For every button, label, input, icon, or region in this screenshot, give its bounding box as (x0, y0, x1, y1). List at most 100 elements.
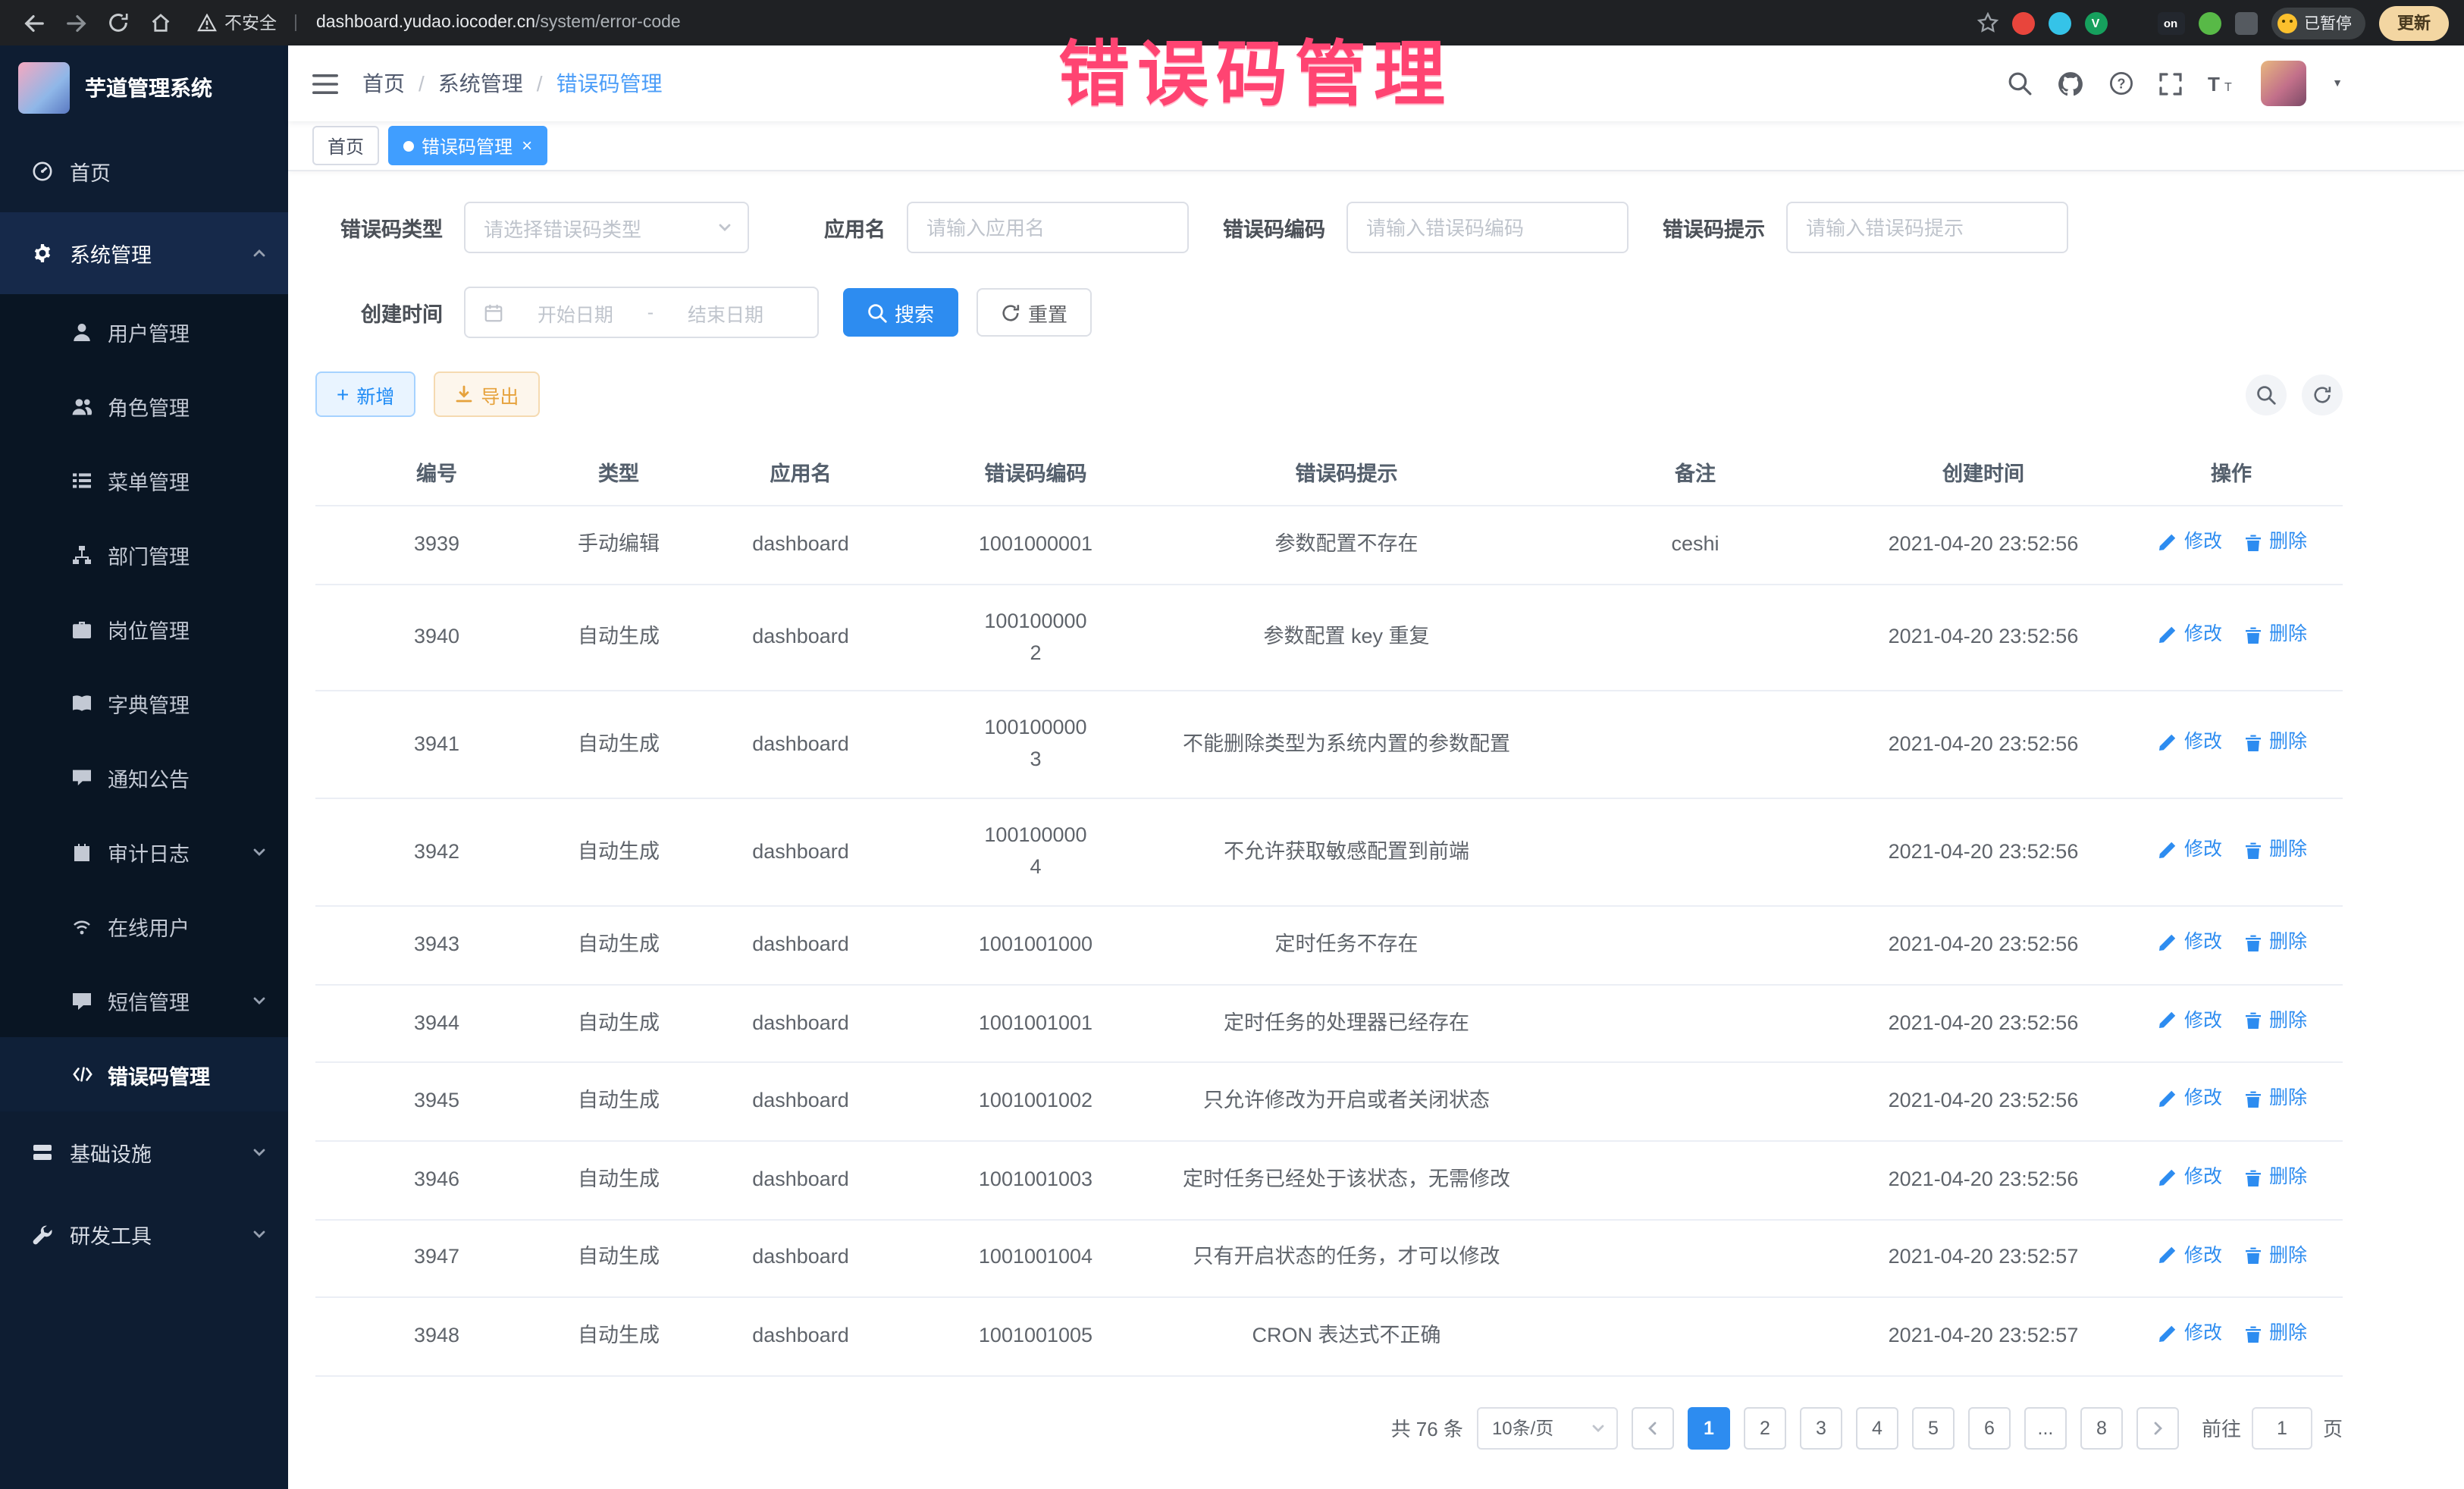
chevron-up-icon (252, 246, 267, 261)
next-page-button[interactable] (2136, 1407, 2179, 1450)
page-button[interactable]: 6 (1968, 1407, 2011, 1450)
delete-link[interactable]: 删除 (2240, 620, 2307, 650)
page-button[interactable]: 8 (2080, 1407, 2123, 1450)
delete-link[interactable]: 删除 (2240, 528, 2307, 557)
extensions-puzzle-icon[interactable] (2234, 11, 2257, 34)
edit-link[interactable]: 修改 (2155, 928, 2222, 958)
page-button[interactable]: 1 (1688, 1407, 1730, 1450)
sidebar-subitem[interactable]: 用户管理 (0, 294, 288, 368)
refresh-table-icon[interactable] (2302, 374, 2343, 415)
cell-remark (1544, 1063, 1847, 1141)
sidebar-subitem[interactable]: 短信管理 (0, 963, 288, 1037)
chevron-down-icon (717, 220, 732, 235)
extension-icon[interactable] (2048, 11, 2071, 34)
error-type-select[interactable]: 请选择错误码类型 (464, 202, 749, 253)
sidebar-subitem[interactable]: 错误码管理 (0, 1037, 288, 1111)
cell-actions: 修改删除 (2120, 506, 2343, 584)
prev-page-button[interactable] (1632, 1407, 1674, 1450)
app-name-input[interactable] (908, 203, 1187, 252)
edit-link[interactable]: 修改 (2155, 620, 2222, 650)
site-security-chip[interactable]: 不安全 | (197, 11, 298, 35)
sidebar-item[interactable]: 基础设施 (0, 1111, 288, 1193)
chevron-down-icon[interactable]: ▼ (2332, 78, 2343, 89)
delete-link[interactable]: 删除 (2240, 1163, 2307, 1193)
page-button[interactable]: 5 (1912, 1407, 1955, 1450)
sidebar-subitem[interactable]: 角色管理 (0, 368, 288, 443)
pages-ellipsis[interactable]: ... (2024, 1407, 2067, 1450)
divider: | (293, 14, 298, 32)
sidebar-item[interactable]: 首页 (0, 130, 288, 212)
delete-link[interactable]: 删除 (2240, 1007, 2307, 1036)
create-time-range-picker[interactable]: 开始日期 - 结束日期 (464, 287, 819, 338)
edit-link[interactable]: 修改 (2155, 528, 2222, 557)
browser-home-icon[interactable] (143, 5, 179, 41)
browser-update-button[interactable]: 更新 (2379, 5, 2449, 40)
delete-link[interactable]: 删除 (2240, 1085, 2307, 1114)
sidebar-subitem[interactable]: 岗位管理 (0, 591, 288, 666)
pencil-icon (2155, 1012, 2180, 1030)
logo[interactable]: 芋道管理系统 (0, 45, 288, 130)
breadcrumb-item[interactable]: 首页 (362, 68, 405, 99)
bookmark-star-icon[interactable] (1977, 12, 1998, 33)
edit-link[interactable]: 修改 (2155, 835, 2222, 865)
search-button[interactable]: 搜索 (843, 288, 958, 337)
cell-id: 3943 (315, 906, 558, 984)
delete-link[interactable]: 删除 (2240, 1319, 2307, 1349)
fullscreen-icon[interactable] (2159, 72, 2182, 95)
edit-link[interactable]: 修改 (2155, 728, 2222, 757)
sidebar-item[interactable]: 系统管理 (0, 212, 288, 294)
sidebar-subitem[interactable]: 在线用户 (0, 889, 288, 963)
close-icon[interactable]: × (522, 136, 532, 155)
page-button[interactable]: 2 (1744, 1407, 1786, 1450)
delete-link[interactable]: 删除 (2240, 728, 2307, 757)
show-search-icon[interactable] (2246, 374, 2287, 415)
cell-hint: 只允许修改为开启或者关闭状态 (1149, 1063, 1544, 1141)
back-icon[interactable] (15, 5, 52, 41)
sidebar-item[interactable]: 研发工具 (0, 1193, 288, 1275)
delete-link[interactable]: 删除 (2240, 835, 2307, 865)
page-size-select[interactable]: 10条/页 (1477, 1407, 1618, 1450)
delete-link[interactable]: 删除 (2240, 1241, 2307, 1271)
edit-link[interactable]: 修改 (2155, 1241, 2222, 1271)
tab-active[interactable]: 错误码管理× (388, 126, 547, 165)
reset-button[interactable]: 重置 (977, 288, 1092, 337)
breadcrumb-item[interactable]: 系统管理 (438, 68, 523, 99)
search-icon[interactable] (2008, 71, 2032, 96)
extension-icon[interactable] (2198, 11, 2221, 34)
extension-icon[interactable] (2011, 11, 2034, 34)
sidebar-toggle-icon[interactable] (312, 72, 338, 95)
sidebar-subitem[interactable]: 通知公告 (0, 740, 288, 814)
github-icon[interactable] (2058, 71, 2083, 96)
error-hint-input[interactable] (1788, 203, 2067, 252)
reload-icon[interactable] (100, 5, 136, 41)
edit-link[interactable]: 修改 (2155, 1163, 2222, 1193)
edit-link[interactable]: 修改 (2155, 1085, 2222, 1114)
edit-link[interactable]: 修改 (2155, 1319, 2222, 1349)
font-size-icon[interactable]: TT (2208, 73, 2235, 94)
extension-grid-icon[interactable] (2121, 11, 2143, 34)
forward-icon[interactable] (58, 5, 94, 41)
sidebar-subitem[interactable]: 审计日志 (0, 814, 288, 889)
paused-badge[interactable]: 已暂停 (2271, 7, 2365, 39)
goto-page-input[interactable] (2252, 1407, 2312, 1450)
sidebar-subitem[interactable]: 菜单管理 (0, 443, 288, 517)
cell-hint: 定时任务已经处于该状态，无需修改 (1149, 1141, 1544, 1219)
help-icon[interactable]: ? (2109, 71, 2133, 96)
page-button[interactable]: 3 (1800, 1407, 1842, 1450)
delete-link[interactable]: 删除 (2240, 928, 2307, 958)
user-avatar[interactable] (2261, 61, 2306, 106)
edit-link[interactable]: 修改 (2155, 1007, 2222, 1036)
trash-icon (2240, 734, 2265, 752)
tab-item[interactable]: 首页 (312, 126, 379, 165)
book-icon (70, 692, 94, 713)
cell-type: 自动生成 (558, 906, 679, 984)
add-button[interactable]: + 新增 (315, 371, 415, 417)
extension-onetab-icon[interactable]: on (2157, 11, 2184, 34)
sidebar-subitem[interactable]: 字典管理 (0, 666, 288, 740)
error-code-input[interactable] (1348, 203, 1627, 252)
address-bar[interactable]: dashboard.yudao.iocoder.cn /system/error… (316, 14, 681, 32)
sidebar-subitem[interactable]: 部门管理 (0, 517, 288, 591)
export-button[interactable]: 导出 (434, 371, 540, 417)
extension-vue-icon[interactable]: V (2084, 11, 2107, 34)
page-button[interactable]: 4 (1856, 1407, 1898, 1450)
